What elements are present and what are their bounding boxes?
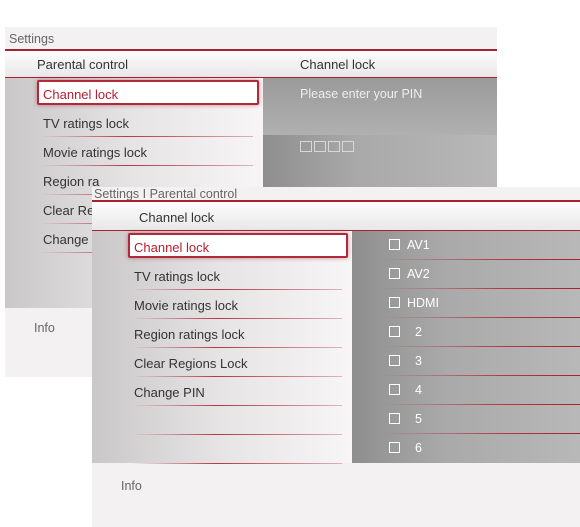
breadcrumb-text: Settings I Parental control (94, 187, 238, 201)
pin-digit-box (328, 141, 340, 152)
menu-item-region-ratings-lock[interactable]: Region ratings lock (126, 319, 352, 348)
menu-item-label: Region ra (43, 174, 100, 189)
channel-item-av2[interactable]: AV2 (352, 260, 580, 289)
checkbox-icon[interactable] (389, 239, 400, 250)
info-label: Info (34, 321, 55, 335)
menu-item-label: TV ratings lock (43, 116, 129, 131)
right-header-label: Channel lock (300, 57, 376, 72)
info-label: Info (121, 479, 142, 493)
channel-label: 4 (415, 383, 422, 397)
menu-item-empty (126, 435, 352, 464)
channel-lock-panel: Settings I Parental control Channel lock… (92, 187, 580, 527)
column-header: Channel lock (92, 202, 580, 230)
channel-item-4[interactable]: 4 (352, 376, 580, 405)
menu-item-channel-lock[interactable]: Channel lock (126, 232, 352, 261)
menu-item-label: Region ratings lock (134, 327, 245, 342)
column-header: Parental control Channel lock (5, 51, 497, 77)
pin-prompt-area: Please enter your PIN (263, 78, 497, 135)
pin-prompt-text: Please enter your PIN (300, 87, 423, 101)
checkbox-icon[interactable] (389, 355, 400, 366)
checkbox-icon[interactable] (389, 413, 400, 424)
channel-item-hdmi[interactable]: HDMI (352, 289, 580, 318)
channel-label: AV2 (407, 267, 430, 281)
menu-item-label: Change I (43, 232, 96, 247)
pin-digit-box (342, 141, 354, 152)
menu-item-tv-ratings-lock[interactable]: TV ratings lock (126, 261, 352, 290)
menu-item-label: Movie ratings lock (134, 298, 239, 313)
menu-item-label: Channel lock (134, 240, 210, 255)
channel-label: HDMI (407, 296, 439, 310)
channel-item-5[interactable]: 5 (352, 405, 580, 434)
channel-item-6[interactable]: 6 (352, 434, 580, 463)
channel-label: 3 (415, 354, 422, 368)
menu-item-label: Channel lock (43, 87, 119, 102)
header-label: Channel lock (139, 210, 215, 225)
channel-label: 2 (415, 325, 422, 339)
row-divider (132, 463, 342, 464)
menu-item-empty (126, 406, 352, 435)
channel-label: 6 (415, 441, 422, 455)
pin-digit-box (300, 141, 312, 152)
menu-item-label: Change PIN (134, 385, 205, 400)
pin-entry-field[interactable] (300, 141, 354, 152)
left-header-label: Parental control (37, 57, 129, 72)
menu-item-label: TV ratings lock (134, 269, 220, 284)
pin-digit-box (314, 141, 326, 152)
channel-item-2[interactable]: 2 (352, 318, 580, 347)
checkbox-icon[interactable] (389, 268, 400, 279)
checkbox-icon[interactable] (389, 442, 400, 453)
channel-item-av1[interactable]: AV1 (352, 231, 580, 260)
breadcrumb-text: Settings (9, 32, 55, 46)
breadcrumb: Settings I Parental control (92, 187, 580, 200)
channel-label: AV1 (407, 238, 430, 252)
menu-item-label: Movie ratings lock (43, 145, 148, 160)
menu-item-label: Clear Regions Lock (134, 356, 248, 371)
checkbox-icon[interactable] (389, 297, 400, 308)
channel-checklist: AV1 AV2 HDMI 2 3 4 5 6 (352, 231, 580, 463)
channel-item-3[interactable]: 3 (352, 347, 580, 376)
checkbox-icon[interactable] (389, 384, 400, 395)
menu-item-movie-ratings-lock[interactable]: Movie ratings lock (35, 137, 263, 166)
menu-item-channel-lock[interactable]: Channel lock (35, 79, 263, 108)
front-menu-list: Channel lock TV ratings lock Movie ratin… (126, 232, 352, 464)
channel-label: 5 (415, 412, 422, 426)
menu-item-movie-ratings-lock[interactable]: Movie ratings lock (126, 290, 352, 319)
menu-item-clear-regions-lock[interactable]: Clear Regions Lock (126, 348, 352, 377)
menu-item-change-pin[interactable]: Change PIN (126, 377, 352, 406)
breadcrumb: Settings (5, 27, 497, 51)
menu-item-tv-ratings-lock[interactable]: TV ratings lock (35, 108, 263, 137)
checkbox-icon[interactable] (389, 326, 400, 337)
